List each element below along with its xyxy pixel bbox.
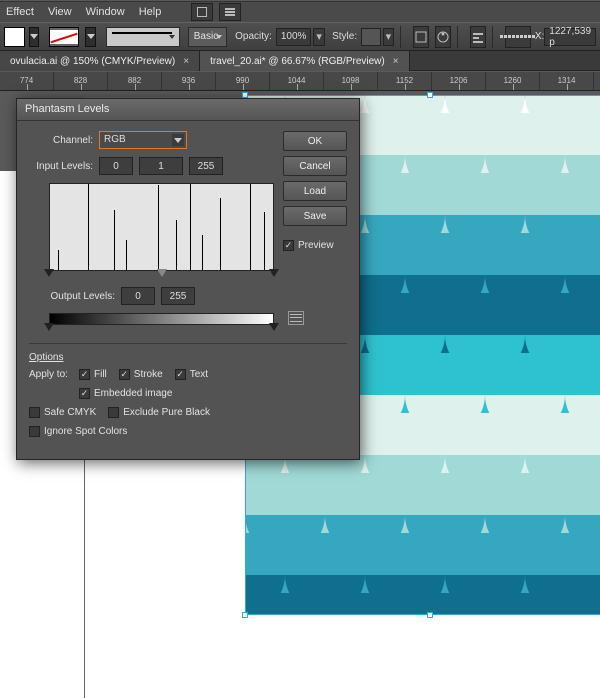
histogram — [49, 183, 274, 271]
input-low-field[interactable]: 0 — [99, 157, 133, 175]
menu-help[interactable]: Help — [139, 6, 162, 18]
ignorespot-checkbox[interactable]: Ignore Spot Colors — [29, 426, 127, 437]
output-levels-label: Output Levels: — [29, 291, 121, 302]
style-menu-icon[interactable]: ▾ — [383, 28, 395, 46]
fill-swatch[interactable] — [4, 27, 25, 47]
excludeblack-checkbox[interactable]: Exclude Pure Black — [108, 407, 210, 418]
menu-window[interactable]: Window — [86, 6, 125, 18]
align-icon[interactable] — [470, 26, 486, 48]
close-icon[interactable]: × — [183, 56, 189, 67]
dialog-button-column: OK Cancel Load Save Preview — [283, 131, 347, 251]
tab-travel20[interactable]: travel_20.ai* @ 66.67% (RGB/Preview)× — [200, 51, 410, 71]
fill-swatch-menu[interactable] — [29, 27, 39, 47]
doc-setup-icon[interactable] — [413, 26, 429, 48]
stroke-profile-dropdown[interactable]: Basic — [188, 27, 227, 47]
style-label: Style: — [332, 31, 357, 42]
options-heading: Options — [29, 352, 347, 363]
input-high-field[interactable]: 255 — [189, 157, 223, 175]
phantasm-levels-dialog: Phantasm Levels OK Cancel Load Save Prev… — [16, 98, 360, 460]
document-tab-bar: ovulacia.ai @ 150% (CMYK/Preview)× trave… — [0, 51, 600, 71]
stroke-checkbox[interactable]: Stroke — [119, 369, 163, 380]
menu-bar: Effect View Window Help — [0, 0, 600, 22]
load-button[interactable]: Load — [283, 181, 347, 201]
close-icon[interactable]: × — [393, 56, 399, 67]
stroke-swatch[interactable] — [49, 27, 79, 47]
output-low-field[interactable]: 0 — [121, 287, 155, 305]
style-swatch[interactable] — [361, 28, 381, 46]
tab-ovulacia[interactable]: ovulacia.ai @ 150% (CMYK/Preview)× — [0, 51, 200, 71]
safecmyk-checkbox[interactable]: Safe CMYK — [29, 407, 96, 418]
options-menu-icon[interactable] — [288, 311, 304, 325]
opacity-stepper-icon[interactable]: ▾ — [313, 28, 325, 46]
embedded-checkbox[interactable]: Embedded image — [79, 388, 172, 399]
recolor-icon[interactable] — [435, 26, 451, 48]
save-button[interactable]: Save — [283, 206, 347, 226]
horizontal-ruler: 7748288829369901044109811521206126013141… — [0, 71, 600, 91]
stroke-swatch-menu[interactable] — [85, 27, 95, 47]
cancel-button[interactable]: Cancel — [283, 156, 347, 176]
input-mid-field[interactable]: 1 — [139, 157, 183, 175]
menu-effect[interactable]: Effect — [6, 6, 34, 18]
output-slider[interactable] — [49, 325, 274, 335]
input-slider[interactable] — [49, 271, 274, 281]
channel-label: Channel: — [29, 135, 99, 146]
opacity-input[interactable]: 100% — [276, 28, 312, 46]
dialog-title[interactable]: Phantasm Levels — [17, 99, 359, 121]
input-levels-label: Input Levels: — [29, 161, 99, 172]
options-bar: Basic Opacity: 100% ▾ Style: ▾ X: 1227,5… — [0, 22, 600, 51]
x-coord-input[interactable]: 1227,539 p — [544, 28, 596, 46]
text-checkbox[interactable]: Text — [175, 369, 208, 380]
x-label: X: — [535, 31, 544, 42]
opacity-label: Opacity: — [235, 31, 272, 42]
layout-grid-icon[interactable] — [219, 3, 241, 21]
arrange-docs-icon[interactable] — [191, 3, 213, 21]
output-high-field[interactable]: 255 — [161, 287, 195, 305]
preview-checkbox[interactable]: Preview — [283, 240, 335, 251]
transform-icon[interactable] — [505, 26, 531, 48]
ok-button[interactable]: OK — [283, 131, 347, 151]
channel-select[interactable]: RGB — [99, 131, 187, 149]
output-gradient — [49, 313, 274, 325]
menu-view[interactable]: View — [48, 6, 72, 18]
fill-checkbox[interactable]: Fill — [79, 369, 107, 380]
brush-definition-dropdown[interactable] — [106, 27, 180, 47]
apply-to-label: Apply to: — [29, 369, 79, 380]
